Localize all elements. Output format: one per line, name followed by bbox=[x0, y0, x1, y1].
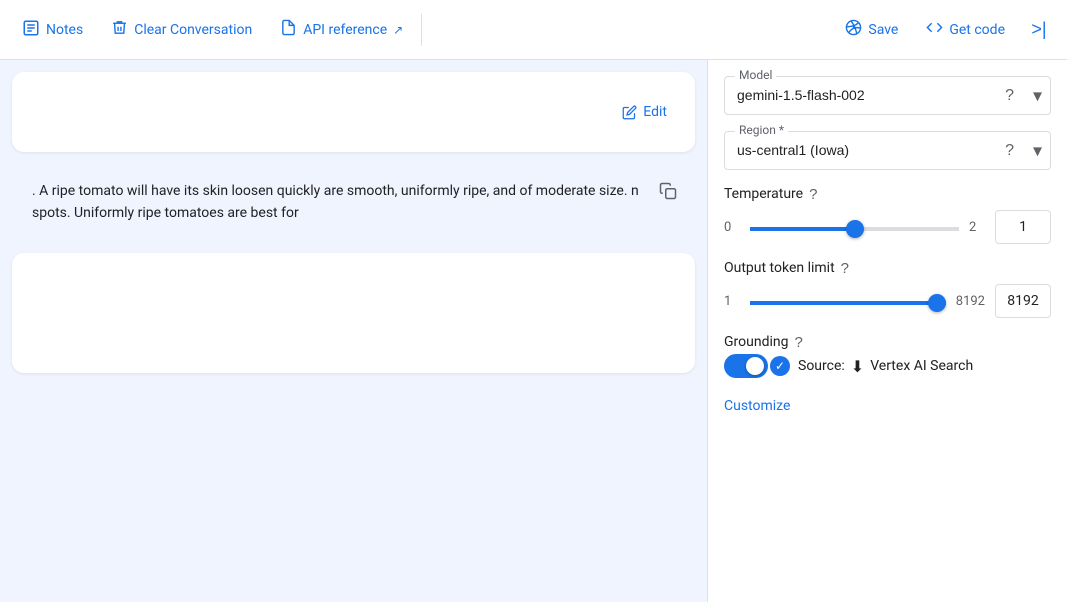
grounding-label-row: Grounding ? bbox=[724, 334, 1051, 350]
save-label: Save bbox=[868, 22, 898, 38]
temperature-label: Temperature bbox=[724, 186, 803, 202]
token-slider-wrapper bbox=[750, 293, 946, 309]
toggle-track bbox=[724, 354, 768, 378]
region-help-button[interactable]: ? bbox=[1005, 142, 1014, 160]
user-message-bubble: Edit bbox=[12, 72, 695, 152]
vertex-icon: ⬇ bbox=[851, 357, 864, 376]
save-icon bbox=[845, 19, 862, 40]
region-field: Region * us-central1 (Iowa)us-east1europ… bbox=[724, 131, 1051, 170]
code-icon bbox=[926, 19, 943, 40]
api-label: API reference bbox=[303, 22, 387, 38]
grounding-toggle[interactable] bbox=[724, 354, 768, 378]
clear-conversation-button[interactable]: Clear Conversation bbox=[97, 11, 266, 48]
temperature-slider[interactable] bbox=[750, 227, 959, 231]
expand-panel-button[interactable]: >| bbox=[1019, 10, 1059, 50]
source-row: Source: ⬇ Vertex AI Search bbox=[798, 357, 973, 376]
token-min: 1 bbox=[724, 294, 740, 309]
external-link-icon: ↗ bbox=[393, 23, 403, 37]
token-help-button[interactable]: ? bbox=[841, 261, 849, 276]
token-value[interactable]: 8192 bbox=[995, 284, 1051, 318]
edit-label: Edit bbox=[643, 104, 667, 120]
model-help-button[interactable]: ? bbox=[1005, 87, 1014, 105]
customize-label: Customize bbox=[724, 398, 790, 414]
chat-panel: Edit . A ripe tomato will have its skin … bbox=[0, 60, 707, 602]
get-code-label: Get code bbox=[949, 22, 1005, 38]
chat-input-area[interactable] bbox=[12, 253, 695, 373]
temperature-value[interactable]: 1 bbox=[995, 210, 1051, 244]
region-label: Region * bbox=[735, 123, 788, 137]
notes-button[interactable]: Notes bbox=[8, 11, 97, 49]
grounding-field: Grounding ? ✓ Source: ⬇ Vertex AI Search bbox=[724, 334, 1051, 378]
settings-panel: Model gemini-1.5-flash-002gemini-1.5-pro… bbox=[707, 60, 1067, 602]
expand-icon: >| bbox=[1031, 19, 1046, 40]
region-select-wrapper: Region * us-central1 (Iowa)us-east1europ… bbox=[724, 131, 1051, 170]
temperature-max: 2 bbox=[969, 220, 985, 235]
clear-label: Clear Conversation bbox=[134, 22, 252, 38]
token-limit-field: Output token limit ? 1 8192 8192 bbox=[724, 260, 1051, 318]
source-label: Source: bbox=[798, 358, 845, 374]
save-button[interactable]: Save bbox=[831, 11, 912, 48]
model-response-text: . A ripe tomato will have its skin loose… bbox=[32, 183, 639, 221]
model-label: Model bbox=[735, 68, 776, 82]
trash-icon bbox=[111, 19, 128, 40]
model-select-wrapper: Model gemini-1.5-flash-002gemini-1.5-pro… bbox=[724, 76, 1051, 115]
token-slider-row: 1 8192 8192 bbox=[724, 284, 1051, 318]
token-label-row: Output token limit ? bbox=[724, 260, 1051, 276]
region-select[interactable]: us-central1 (Iowa)us-east1europe-west1 bbox=[737, 142, 1038, 158]
temperature-slider-wrapper bbox=[750, 219, 959, 235]
temperature-min: 0 bbox=[724, 220, 740, 235]
copy-button[interactable] bbox=[653, 176, 683, 211]
get-code-button[interactable]: Get code bbox=[912, 11, 1019, 48]
model-field: Model gemini-1.5-flash-002gemini-1.5-pro… bbox=[724, 76, 1051, 115]
edit-button[interactable]: Edit bbox=[614, 100, 675, 124]
notes-icon bbox=[22, 19, 40, 41]
api-reference-button[interactable]: API reference ↗ bbox=[266, 11, 417, 48]
vertex-label: Vertex AI Search bbox=[870, 358, 973, 374]
toggle-check-icon: ✓ bbox=[770, 356, 790, 376]
grounding-label: Grounding bbox=[724, 334, 788, 350]
model-response-bubble: . A ripe tomato will have its skin loose… bbox=[12, 164, 695, 241]
token-label: Output token limit bbox=[724, 260, 835, 276]
grounding-help-button[interactable]: ? bbox=[794, 335, 802, 350]
grounding-toggle-row: ✓ Source: ⬇ Vertex AI Search bbox=[724, 354, 1051, 378]
api-icon bbox=[280, 19, 297, 40]
notes-label: Notes bbox=[46, 22, 83, 38]
toolbar-divider bbox=[421, 14, 422, 46]
customize-button[interactable]: Customize bbox=[724, 394, 1051, 418]
token-slider[interactable] bbox=[750, 301, 946, 305]
temperature-field: Temperature ? 0 2 1 bbox=[724, 186, 1051, 244]
temperature-help-button[interactable]: ? bbox=[809, 187, 817, 202]
model-select[interactable]: gemini-1.5-flash-002gemini-1.5-pro-002ge… bbox=[737, 87, 1038, 103]
temperature-slider-row: 0 2 1 bbox=[724, 210, 1051, 244]
token-max: 8192 bbox=[956, 294, 985, 309]
toolbar: Notes Clear Conversation API reference ↗ bbox=[0, 0, 1067, 60]
main-content: Edit . A ripe tomato will have its skin … bbox=[0, 60, 1067, 602]
temperature-label-row: Temperature ? bbox=[724, 186, 1051, 202]
toolbar-right: Save Get code >| bbox=[831, 10, 1059, 50]
